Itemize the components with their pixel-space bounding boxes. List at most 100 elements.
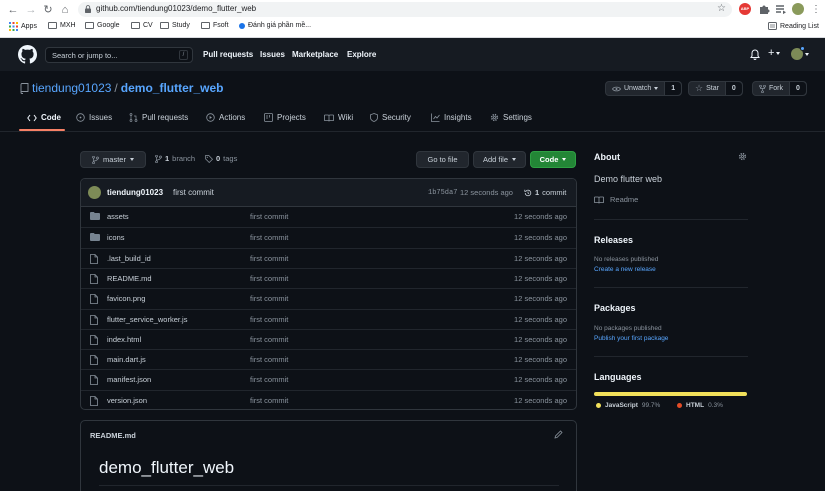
file-name-link[interactable]: icons: [107, 233, 125, 242]
bookmark-star-icon[interactable]: ☆: [717, 3, 726, 14]
repo-owner-link[interactable]: tiendung01023: [32, 81, 111, 95]
tab-actions[interactable]: Actions: [206, 113, 245, 122]
file-name-link[interactable]: main.dart.js: [107, 355, 146, 364]
file-commit-message[interactable]: first commit: [250, 212, 288, 221]
bookmark-study[interactable]: Study: [160, 22, 190, 29]
tab-wiki[interactable]: Wiki: [324, 113, 353, 122]
file-commit-message[interactable]: first commit: [250, 396, 288, 405]
tab-code[interactable]: Code: [27, 113, 61, 122]
profile-avatar[interactable]: [792, 3, 804, 15]
bookmark-mxh[interactable]: MXH: [48, 22, 76, 29]
publish-package-link[interactable]: Publish your first package: [594, 335, 668, 342]
puzzle-extensions-icon[interactable]: [758, 3, 770, 15]
commit-history-link[interactable]: 1 commit: [524, 188, 566, 197]
repo-name-link[interactable]: demo_flutter_web: [121, 81, 224, 95]
file-name-link[interactable]: assets: [107, 212, 129, 221]
tab-security[interactable]: Security: [370, 113, 411, 122]
tab-insights[interactable]: Insights: [431, 113, 472, 122]
reload-icon[interactable]: ↻: [41, 3, 55, 17]
file-row[interactable]: manifest.json first commit 12 seconds ago: [81, 369, 576, 389]
tab-pull-requests[interactable]: Pull requests: [129, 113, 188, 122]
bookmark-google[interactable]: Google: [85, 22, 120, 29]
commit-message[interactable]: first commit: [173, 188, 214, 197]
home-icon[interactable]: ⌂: [58, 3, 72, 17]
fork-count[interactable]: 0: [789, 82, 806, 95]
file-name-link[interactable]: .last_build_id: [107, 254, 151, 263]
add-file-button[interactable]: Add file: [473, 151, 526, 168]
file-row[interactable]: .last_build_id first commit 12 seconds ago: [81, 247, 576, 268]
tab-settings[interactable]: Settings: [490, 113, 532, 122]
file-name-link[interactable]: flutter_service_worker.js: [107, 315, 187, 324]
star-button[interactable]: ☆ Star 0: [688, 81, 743, 96]
commit-sha[interactable]: 1b75da7: [428, 189, 457, 197]
watch-count[interactable]: 1: [664, 82, 682, 95]
file-row[interactable]: version.json first commit 12 seconds ago: [81, 389, 576, 409]
tags-link[interactable]: 0 tags: [205, 154, 237, 163]
code-button-label: Code: [539, 155, 559, 164]
file-commit-message[interactable]: first commit: [250, 335, 288, 344]
language-html[interactable]: HTML 0.3%: [677, 402, 723, 409]
create-release-link[interactable]: Create a new release: [594, 266, 656, 273]
pencil-icon[interactable]: [554, 430, 563, 439]
tab-projects[interactable]: Projects: [264, 113, 306, 122]
code-button[interactable]: Code: [530, 151, 576, 168]
branches-link[interactable]: 1 branch: [155, 154, 195, 163]
watch-button[interactable]: Unwatch 1: [605, 81, 683, 96]
address-bar[interactable]: github.com/tiendung01023/demo_flutter_we…: [78, 2, 732, 17]
file-commit-message[interactable]: first commit: [250, 254, 288, 263]
commit-author[interactable]: tiendung01023: [107, 188, 163, 197]
create-new-button[interactable]: +: [768, 47, 781, 59]
star-count[interactable]: 0: [724, 82, 742, 95]
adblock-extension-icon[interactable]: ABP: [739, 3, 751, 15]
bookmark-cv[interactable]: CV: [131, 22, 153, 29]
about-heading: About: [594, 152, 620, 162]
file-commit-message[interactable]: first commit: [250, 375, 288, 384]
file-name-link[interactable]: favicon.png: [107, 294, 145, 303]
search-placeholder: Search or jump to...: [52, 51, 118, 60]
bookmark-apps[interactable]: Apps: [9, 22, 37, 31]
playlist-icon[interactable]: [775, 3, 787, 15]
file-commit-message[interactable]: first commit: [250, 294, 288, 303]
nav-marketplace[interactable]: Marketplace: [292, 50, 338, 59]
file-name-link[interactable]: version.json: [107, 396, 147, 405]
tab-issues[interactable]: Issues: [76, 113, 112, 122]
nav-issues[interactable]: Issues: [260, 50, 285, 59]
fork-button[interactable]: Fork 0: [752, 81, 807, 96]
bookmark-review[interactable]: Đánh giá phần mề...: [239, 22, 311, 29]
file-name-link[interactable]: index.html: [107, 335, 141, 344]
file-row[interactable]: assets first commit 12 seconds ago: [81, 207, 576, 227]
gear-icon[interactable]: [738, 152, 747, 161]
file-row[interactable]: icons first commit 12 seconds ago: [81, 227, 576, 247]
branch-select-button[interactable]: master: [80, 151, 146, 168]
nav-explore[interactable]: Explore: [347, 50, 376, 59]
avatar: [791, 46, 805, 60]
search-input[interactable]: Search or jump to... /: [45, 47, 193, 63]
file-commit-message[interactable]: first commit: [250, 315, 288, 324]
file-row[interactable]: README.md first commit 12 seconds ago: [81, 267, 576, 288]
avatar[interactable]: [88, 186, 101, 199]
file-name-link[interactable]: README.md: [107, 274, 152, 283]
bookmark-label: Google: [97, 22, 120, 29]
nav-pull-requests[interactable]: Pull requests: [203, 50, 253, 59]
file-row[interactable]: favicon.png first commit 12 seconds ago: [81, 288, 576, 308]
file-commit-message[interactable]: first commit: [250, 355, 288, 364]
packages-heading[interactable]: Packages: [594, 303, 636, 313]
bell-icon[interactable]: [750, 49, 760, 60]
file-name-link[interactable]: manifest.json: [107, 375, 151, 384]
user-menu-button[interactable]: [791, 46, 809, 60]
github-logo-icon[interactable]: [18, 45, 37, 64]
file-commit-message[interactable]: first commit: [250, 274, 288, 283]
readme-link[interactable]: Readme: [594, 195, 638, 204]
reading-list[interactable]: Reading List: [768, 22, 819, 30]
more-menu-icon[interactable]: ⋮: [809, 3, 823, 17]
file-commit-message[interactable]: first commit: [250, 233, 288, 242]
bookmark-fsoft[interactable]: Fsoft: [201, 22, 229, 29]
language-javascript[interactable]: JavaScript 99.7%: [596, 402, 660, 409]
file-row[interactable]: index.html first commit 12 seconds ago: [81, 328, 576, 349]
releases-heading[interactable]: Releases: [594, 235, 633, 245]
go-to-file-button[interactable]: Go to file: [416, 151, 469, 168]
file-row[interactable]: flutter_service_worker.js first commit 12 …: [81, 308, 576, 329]
forward-arrow-icon[interactable]: →: [24, 3, 38, 17]
file-row[interactable]: main.dart.js first commit 12 seconds ago: [81, 349, 576, 369]
back-arrow-icon[interactable]: ←: [6, 3, 20, 17]
